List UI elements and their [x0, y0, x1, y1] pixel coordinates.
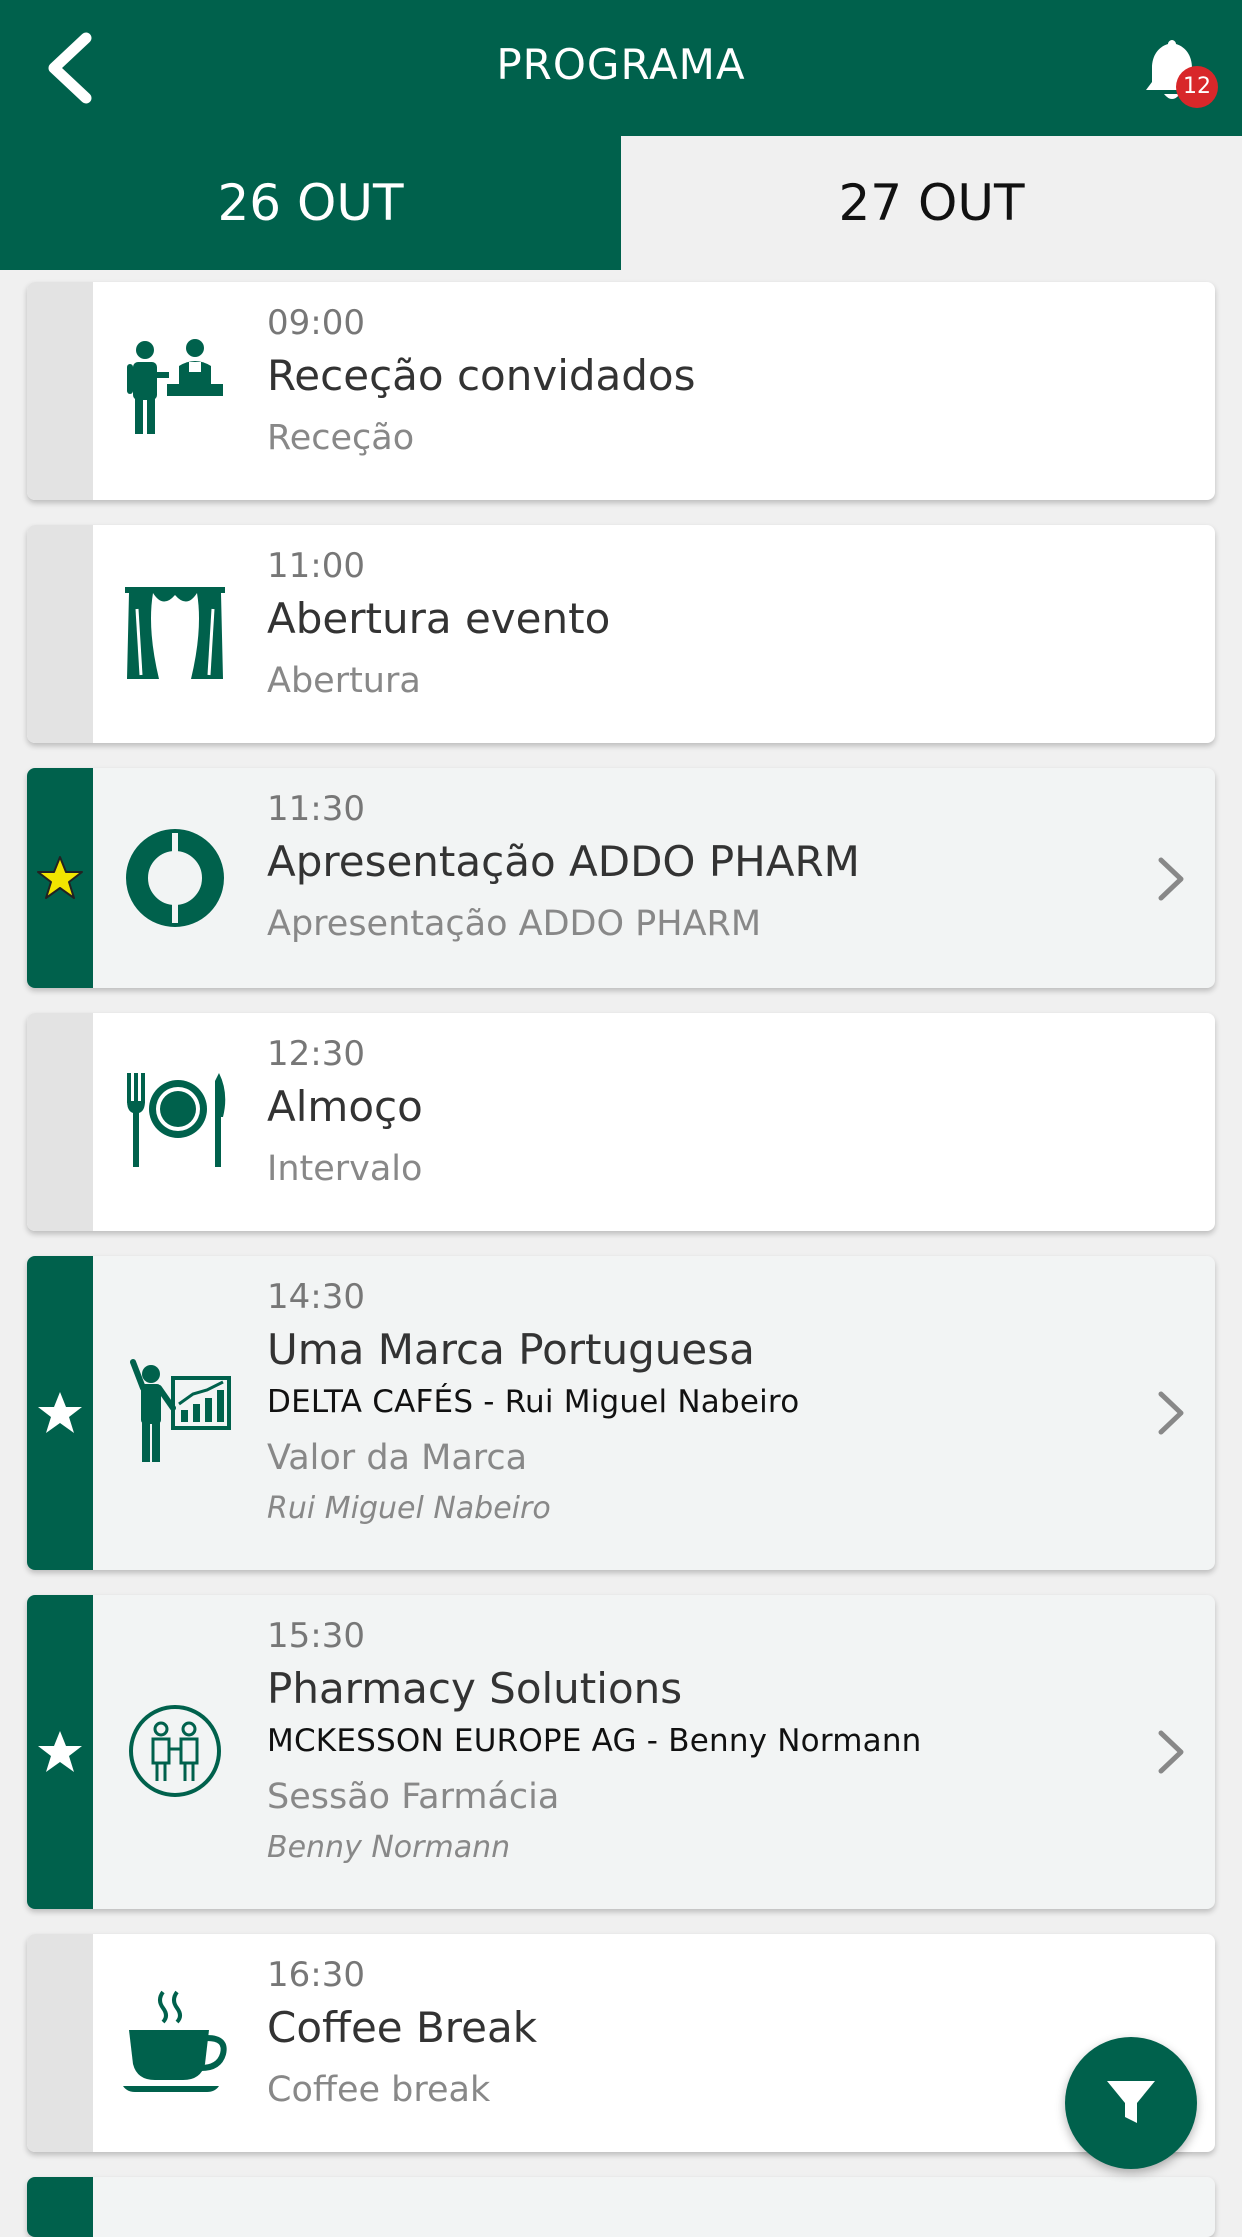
page-title: PROGRAMA [496, 40, 746, 89]
handshake-people-icon [129, 1705, 221, 1797]
chevron-right-icon [1158, 1730, 1184, 1774]
star-icon[interactable] [36, 1728, 84, 1776]
filter-button[interactable] [1065, 2037, 1197, 2169]
session-category: Sessão Farmácia [267, 1777, 560, 1817]
session-title: Apresentação ADDO PHARM [267, 837, 860, 886]
session-card[interactable] [27, 2177, 1215, 2237]
session-category: Abertura [267, 661, 421, 701]
session-time: 15:30 [267, 1616, 365, 1656]
notification-badge: 12 [1176, 66, 1218, 108]
session-category: Valor da Marca [267, 1438, 528, 1478]
session-title: Uma Marca Portuguesa [267, 1325, 755, 1374]
coffee-cup-icon [123, 1990, 227, 2092]
session-card[interactable]: 11:00 Abertura evento Abertura [27, 525, 1215, 743]
favorite-strip [27, 282, 93, 500]
session-card[interactable]: 16:30 Coffee Break Coffee break [27, 1934, 1215, 2152]
day-tabs: 26 OUT 27 OUT [0, 136, 1242, 270]
favorite-strip [27, 1934, 93, 2152]
session-speaker: Rui Miguel Nabeiro [267, 1491, 551, 1526]
addo-pharm-logo-icon [126, 829, 224, 927]
chevron-right-icon [1158, 1391, 1184, 1435]
session-title: Abertura evento [267, 594, 611, 643]
session-time: 16:30 [267, 1955, 365, 1995]
favorite-strip [27, 2177, 93, 2237]
session-category: Coffee break [267, 2070, 491, 2110]
favorite-strip [27, 1013, 93, 1231]
reception-desk-icon [127, 339, 223, 434]
session-subtitle: MCKESSON EUROPE AG - Benny Normann [267, 1723, 922, 1759]
presenter-chart-icon [130, 1359, 231, 1462]
tab-day-2[interactable]: 27 OUT [621, 136, 1242, 270]
tab-day-1[interactable]: 26 OUT [0, 136, 621, 270]
star-icon[interactable] [36, 1389, 84, 1437]
session-time: 12:30 [267, 1034, 365, 1074]
session-subtitle: DELTA CAFÉS - Rui Miguel Nabeiro [267, 1384, 800, 1420]
session-time: 11:30 [267, 789, 365, 829]
theater-curtain-icon [125, 587, 225, 679]
favorite-strip [27, 525, 93, 743]
star-icon[interactable] [36, 854, 84, 902]
session-card[interactable]: 09:00 Receção convidados Receção [27, 282, 1215, 500]
session-time: 11:00 [267, 546, 365, 586]
session-time: 09:00 [267, 303, 365, 343]
session-category: Intervalo [267, 1149, 423, 1189]
session-card[interactable]: 12:30 Almoço Intervalo [27, 1013, 1215, 1231]
session-time: 14:30 [267, 1277, 365, 1317]
session-title: Pharmacy Solutions [267, 1664, 683, 1713]
fork-plate-knife-icon [127, 1073, 226, 1167]
session-title: Receção convidados [267, 351, 696, 400]
app-bar: PROGRAMA 12 [0, 0, 1242, 136]
session-title: Coffee Break [267, 2003, 538, 2052]
session-category: Apresentação ADDO PHARM [267, 904, 762, 944]
session-title: Almoço [267, 1082, 423, 1131]
session-card[interactable]: 11:30 Apresentação ADDO PHARM Apresentaç… [27, 768, 1215, 988]
notifications-button[interactable]: 12 [1136, 34, 1218, 108]
session-card[interactable]: 14:30 Uma Marca Portuguesa DELTA CAFÉS -… [27, 1256, 1215, 1570]
chevron-right-icon [1158, 857, 1184, 901]
session-speaker: Benny Normann [267, 1830, 511, 1865]
session-card[interactable]: 15:30 Pharmacy Solutions MCKESSON EUROPE… [27, 1595, 1215, 1909]
filter-icon [1107, 2081, 1155, 2123]
session-category: Receção [267, 418, 415, 458]
